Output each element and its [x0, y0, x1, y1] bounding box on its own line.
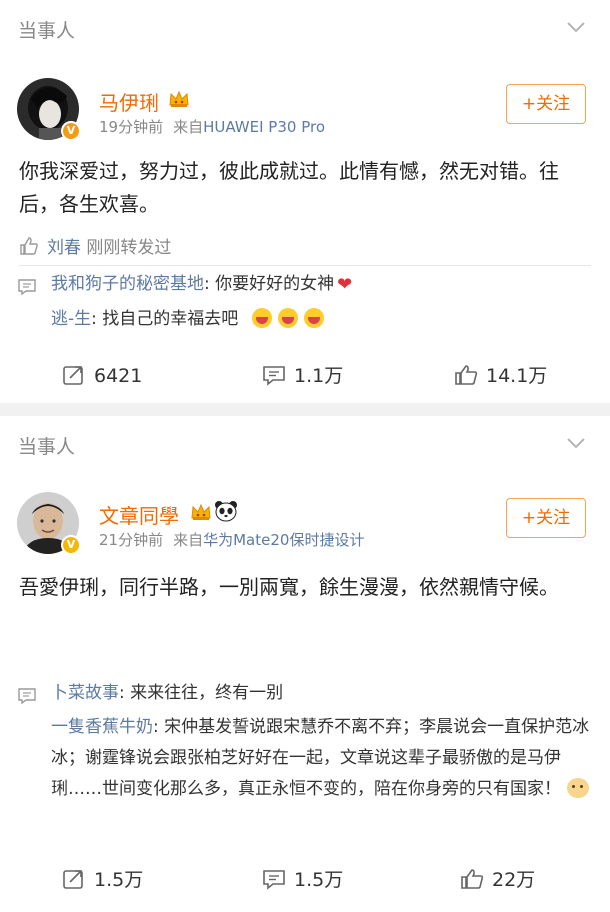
chevron-down-icon[interactable] [566, 20, 586, 34]
action-bar: 1.5万 1.5万 22万 [0, 856, 610, 904]
post-meta: 19分钟前 来自HUAWEI P30 Pro [99, 116, 325, 137]
like-icon [20, 237, 38, 255]
comment-sep: : [204, 274, 216, 294]
comment-icon [263, 366, 285, 386]
username[interactable]: 马伊琍 [99, 87, 159, 116]
card-header: 当事人 [0, 0, 610, 58]
emoji-icon [277, 308, 298, 328]
heart-icon: ❤ [337, 274, 353, 295]
comment-text: 来来往往，终有一别 [130, 683, 284, 703]
emoji-icon [251, 308, 272, 328]
post-card-2: 当事人 V 文章同學 21分钟前 来自华为Mate20保时捷设计 +关注 吾愛伊琍… [0, 416, 610, 912]
comment-icon [18, 279, 36, 296]
comment-item[interactable]: 我和狗子的秘密基地: 你要好好的女神 ❤ [51, 269, 352, 300]
post-text: 你我深爱过，努力过，彼此成就过。此情有憾，然无对错。往后，各生欢喜。 [19, 159, 559, 216]
card-header: 当事人 [0, 416, 610, 474]
emoji-icon [303, 308, 324, 328]
repost-icon [63, 366, 83, 385]
post-meta: 21分钟前 来自华为Mate20保时捷设计 [99, 529, 364, 550]
chevron-down-icon[interactable] [566, 436, 586, 450]
card-label: 当事人 [18, 20, 76, 42]
comment-icon [18, 688, 36, 705]
repost-status: 刚刚转发过 [86, 238, 172, 258]
post-text: 吾愛伊琍，同行半路，一別兩寬，餘生漫漫，依然親情守候。 [19, 575, 559, 599]
comment-text: 你要好好的女神 [215, 274, 335, 294]
divider [19, 265, 591, 266]
repost-user[interactable]: 刘春 [47, 238, 81, 258]
comment-count: 1.1万 [294, 365, 344, 387]
repost-line: 刘春 刚刚转发过 [19, 233, 171, 258]
comment-user[interactable]: 卜菜故事 [51, 683, 119, 703]
comment-sep: : [119, 683, 131, 703]
verified-icon: V [61, 121, 81, 141]
post-time: 21分钟前 [99, 531, 164, 549]
repost-count: 6421 [94, 365, 143, 387]
post-source[interactable]: 华为Mate20保时捷设计 [203, 531, 364, 549]
comment-item[interactable]: 卜菜故事: 来来往往，终有一别 [51, 678, 283, 709]
emoji-icon [567, 778, 589, 798]
comment-text: 找自己的幸福去吧 [102, 309, 239, 329]
follow-button[interactable]: +关注 [506, 498, 586, 538]
action-bar: 6421 1.1万 14.1万 [0, 352, 610, 400]
like-icon [455, 365, 478, 385]
comment-count: 1.5万 [294, 869, 344, 891]
source-prefix: 来自 [173, 531, 204, 549]
comment-user[interactable]: 一隻香蕉牛奶 [51, 717, 153, 737]
like-icon [461, 869, 484, 889]
crown-icon [169, 90, 189, 107]
comment-icon [263, 870, 285, 890]
repost-icon [63, 870, 83, 889]
panda-icon [215, 501, 237, 522]
repost-count: 1.5万 [94, 869, 144, 891]
crown-icon [191, 503, 211, 520]
like-count: 14.1万 [486, 365, 548, 387]
comment-sep: : [153, 717, 165, 737]
comment-item[interactable]: 一隻香蕉牛奶: 宋仲基发誓说跟宋慧乔不离不弃；李晨说会一直保护范冰冰；谢霆锋说会… [51, 712, 591, 805]
post-card-1: 当事人 V 马伊琍 19分钟前 来自HUAWEI P30 Pro +关注 你我深爱… [0, 0, 610, 403]
comment-item[interactable]: 逃-生: 找自己的幸福去吧 [51, 304, 330, 335]
post-source[interactable]: HUAWEI P30 Pro [203, 118, 325, 136]
source-prefix: 来自 [173, 118, 204, 136]
comment-user[interactable]: 我和狗子的秘密基地 [51, 274, 204, 294]
username[interactable]: 文章同學 [99, 500, 179, 529]
comment-sep: : [91, 309, 103, 329]
card-label: 当事人 [18, 436, 76, 458]
verified-icon: V [61, 535, 81, 555]
follow-button[interactable]: +关注 [506, 84, 586, 124]
post-time: 19分钟前 [99, 118, 164, 136]
comment-user[interactable]: 逃-生 [51, 309, 91, 329]
like-count: 22万 [492, 869, 536, 891]
